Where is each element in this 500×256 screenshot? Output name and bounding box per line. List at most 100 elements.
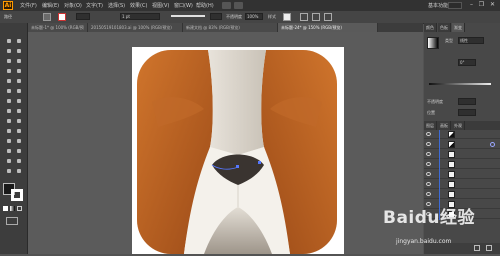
visibility-eye-icon[interactable] (426, 182, 431, 186)
new-layer-icon[interactable] (474, 245, 480, 251)
perspective-grid-tool-icon[interactable] (15, 117, 23, 125)
lasso-tool-icon[interactable] (15, 47, 23, 55)
layer-row[interactable] (424, 180, 500, 189)
artboard[interactable] (132, 47, 344, 254)
gradient-opacity-field[interactable] (458, 98, 476, 105)
visibility-eye-icon[interactable] (426, 162, 431, 166)
pencil-tool-icon[interactable] (15, 77, 23, 85)
pen-tool-icon[interactable] (5, 57, 13, 65)
selection-tool-icon[interactable] (5, 37, 13, 45)
minimize-icon[interactable]: – (467, 1, 476, 9)
paintbrush-tool-icon[interactable] (5, 77, 13, 85)
stroke-weight-field[interactable]: 1 pt (120, 13, 160, 20)
brush-definition-dropdown[interactable] (210, 13, 222, 20)
direct-selection-tool-icon[interactable] (15, 37, 23, 45)
scale-tool-icon[interactable] (15, 97, 23, 105)
stroke-profile-line[interactable] (171, 15, 205, 17)
menu-select[interactable]: 选择(S) (108, 2, 125, 9)
layer-row[interactable] (424, 150, 500, 159)
visibility-eye-icon[interactable] (426, 132, 431, 136)
stroke-label-dropdown[interactable] (76, 13, 90, 20)
layer-row[interactable] (424, 190, 500, 199)
tab-swatches[interactable]: 色板 (438, 23, 451, 32)
layer-thumbnail (448, 171, 455, 178)
tab-gradient[interactable]: 渐变 (452, 23, 465, 32)
bridge-icon[interactable] (222, 2, 231, 9)
restore-icon[interactable]: ❐ (477, 1, 486, 9)
tab-appearance[interactable]: 外观 (452, 121, 465, 130)
search-field[interactable] (448, 2, 462, 9)
layer-row[interactable] (424, 130, 500, 139)
workspace-switcher[interactable]: 基本功能 (428, 2, 448, 9)
blend-tool-icon[interactable] (15, 137, 23, 145)
free-transform-tool-icon[interactable] (15, 107, 23, 115)
close-icon[interactable]: ✕ (488, 1, 497, 9)
symbol-sprayer-tool-icon[interactable] (5, 147, 13, 155)
layer-row[interactable] (424, 140, 500, 149)
eraser-tool-icon[interactable] (15, 87, 23, 95)
tab-untitled-24[interactable]: 未标题-24* @ 150% (RGB/预览) (278, 23, 378, 32)
artboard-tool-icon[interactable] (5, 157, 13, 165)
tab-color[interactable]: 颜色 (424, 23, 437, 32)
slice-tool-icon[interactable] (15, 157, 23, 165)
zoom-tool-icon[interactable] (15, 167, 23, 175)
stroke-color-box[interactable] (11, 189, 23, 201)
visibility-eye-icon[interactable] (426, 152, 431, 156)
fill-swatch[interactable] (43, 13, 51, 21)
arrange-documents-icon[interactable] (234, 2, 243, 9)
style-swatch[interactable] (283, 13, 291, 21)
delete-layer-icon[interactable] (486, 245, 492, 251)
tab-layers[interactable]: 图层 (424, 121, 437, 130)
hand-tool-icon[interactable] (5, 167, 13, 175)
menu-window[interactable]: 窗口(W) (174, 2, 193, 9)
rotate-tool-icon[interactable] (5, 97, 13, 105)
menu-effect[interactable]: 效果(C) (130, 2, 147, 9)
layer-row[interactable] (424, 160, 500, 169)
gradient-thumbnail[interactable] (427, 37, 439, 49)
transform-icon[interactable] (312, 13, 320, 21)
stroke-swatch[interactable] (58, 13, 66, 21)
menu-file[interactable]: 文件(F) (20, 2, 37, 9)
type-tool-icon[interactable] (15, 57, 23, 65)
menu-object[interactable]: 对象(O) (64, 2, 82, 9)
gradient-tool-icon[interactable] (15, 127, 23, 135)
layer-thumbnail (448, 161, 455, 168)
column-graph-tool-icon[interactable] (15, 147, 23, 155)
opacity-field[interactable]: 100% (245, 13, 263, 20)
menu-type[interactable]: 文字(T) (86, 2, 103, 9)
gradient-slider[interactable] (429, 83, 491, 85)
recolor-icon[interactable] (324, 13, 332, 21)
shape-builder-tool-icon[interactable] (5, 117, 13, 125)
magic-wand-tool-icon[interactable] (5, 47, 13, 55)
line-tool-icon[interactable] (5, 67, 13, 75)
visibility-eye-icon[interactable] (426, 172, 431, 176)
screen-mode-icon[interactable] (6, 217, 18, 225)
dog-face-illustration[interactable] (132, 47, 344, 254)
tab-new-document[interactable]: 新建文档 @ 83% (RGB/预览) (183, 23, 278, 32)
gradient-type-select[interactable]: 线性 (458, 37, 484, 44)
tab-artboards[interactable]: 画板 (438, 121, 451, 130)
none-mode-icon[interactable] (17, 206, 22, 211)
gradient-angle-field[interactable]: 0° (458, 59, 476, 66)
menu-edit[interactable]: 编辑(E) (42, 2, 59, 9)
target-indicator-icon[interactable] (490, 142, 495, 147)
eyedropper-tool-icon[interactable] (5, 137, 13, 145)
blob-brush-tool-icon[interactable] (5, 87, 13, 95)
tab-untitled-1[interactable]: 未标题-1* @ 100% (RGB/预览) (28, 23, 88, 39)
gradient-position-field[interactable] (458, 109, 476, 116)
app-logo: Ai (3, 1, 13, 10)
gradient-mode-icon[interactable] (10, 206, 15, 211)
rectangle-tool-icon[interactable] (15, 67, 23, 75)
menu-help[interactable]: 帮助(H) (196, 2, 214, 9)
layer-row[interactable] (424, 170, 500, 179)
visibility-eye-icon[interactable] (426, 142, 431, 146)
visibility-eye-icon[interactable] (426, 192, 431, 196)
width-tool-icon[interactable] (5, 107, 13, 115)
menu-bar: Ai 文件(F) 编辑(E) 对象(O) 文字(T) 选择(S) 效果(C) 视… (0, 0, 500, 11)
tab-20150519101803[interactable]: 20150519101803.ai @ 100% (RGB/预览) (88, 23, 183, 32)
menu-view[interactable]: 视图(V) (152, 2, 169, 9)
color-mode-icon[interactable] (3, 206, 8, 211)
mesh-tool-icon[interactable] (5, 127, 13, 135)
align-icon[interactable] (300, 13, 308, 21)
canvas-area[interactable] (28, 32, 423, 254)
